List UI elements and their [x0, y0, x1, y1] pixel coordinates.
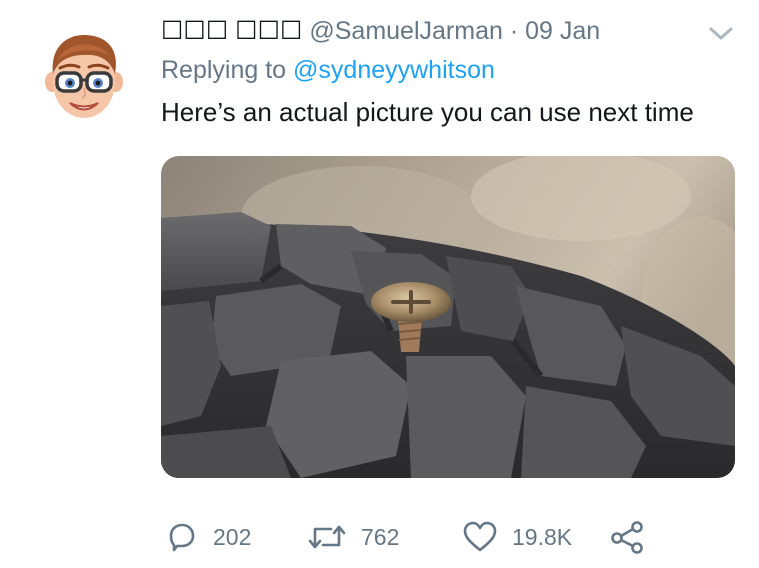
heart-icon: [462, 520, 498, 554]
retweet-button[interactable]: 762: [307, 515, 399, 559]
reply-icon: [165, 520, 199, 554]
retweet-count: 762: [361, 523, 400, 550]
replying-to: Replying to @sydneyywhitson: [161, 53, 495, 87]
tweet-text: Here’s an actual picture you can use nex…: [161, 97, 694, 127]
tweet-actions: 202 762 19.8K: [0, 515, 759, 559]
share-icon: [609, 520, 645, 554]
reply-mention-link[interactable]: @sydneyywhitson: [293, 56, 495, 84]
like-button[interactable]: 19.8K: [462, 515, 572, 559]
handle[interactable]: @SamuelJarman: [309, 17, 503, 45]
retweet-icon: [307, 520, 347, 554]
chevron-down-icon[interactable]: [707, 24, 735, 44]
reply-count: 202: [213, 523, 252, 550]
display-name[interactable]: ☐☐☐ ☐☐☐: [161, 17, 302, 45]
tweet-header: ☐☐☐ ☐☐☐ @SamuelJarman · 09 Jan: [161, 14, 600, 48]
replying-prefix: Replying to: [161, 56, 287, 84]
like-count: 19.8K: [512, 523, 573, 550]
timestamp[interactable]: 09 Jan: [525, 17, 600, 45]
share-button[interactable]: [609, 515, 645, 559]
reply-button[interactable]: 202: [165, 515, 251, 559]
tweet-media-photo[interactable]: [161, 156, 735, 478]
separator: ·: [509, 17, 519, 45]
avatar[interactable]: [44, 30, 124, 122]
